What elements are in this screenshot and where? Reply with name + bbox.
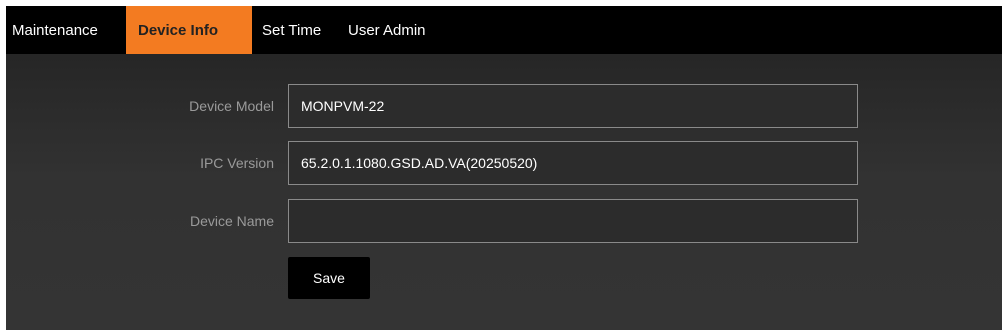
device-name-row: Device Name — [6, 199, 1002, 243]
device-model-label: Device Model — [189, 98, 274, 114]
app-frame: Maintenance Device Info Set Time User Ad… — [6, 6, 1002, 330]
tab-device-info[interactable]: Device Info — [126, 6, 252, 54]
device-name-label: Device Name — [189, 213, 274, 229]
device-name-field[interactable] — [288, 199, 858, 243]
tab-bar: Maintenance Device Info Set Time User Ad… — [6, 6, 1002, 54]
tab-user-admin[interactable]: User Admin — [346, 6, 456, 54]
device-model-field[interactable] — [288, 84, 858, 128]
device-model-row: Device Model — [6, 84, 1002, 128]
ipc-version-field[interactable] — [288, 141, 858, 185]
tab-set-time[interactable]: Set Time — [252, 6, 346, 54]
tab-maintenance[interactable]: Maintenance — [6, 6, 126, 54]
ipc-version-label: IPC Version — [200, 155, 274, 171]
save-button[interactable]: Save — [288, 257, 370, 299]
device-info-panel: Device Model IPC Version Device Name Sav… — [6, 54, 1002, 330]
ipc-version-row: IPC Version — [6, 141, 1002, 185]
